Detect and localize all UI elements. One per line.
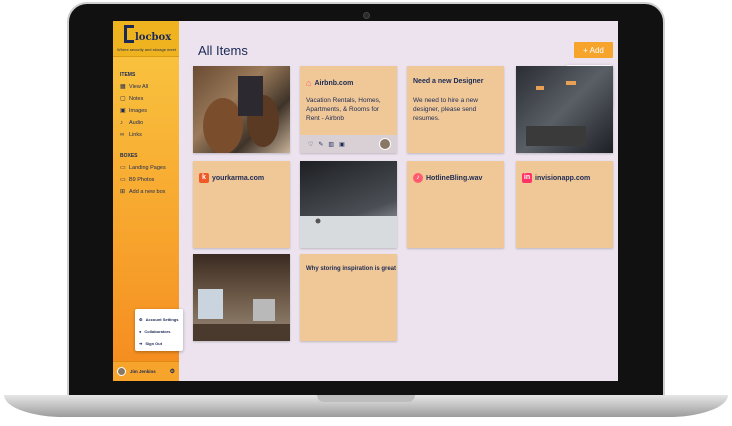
image-card-mac[interactable]: [300, 161, 397, 248]
cafe-photo: [193, 289, 290, 341]
card-title: ⌂ Airbnb.com: [306, 78, 353, 88]
card-body: We need to hire a new designer, please s…: [413, 97, 478, 122]
menu-label: Account Settings: [145, 316, 179, 322]
laptop-notch: [317, 395, 415, 402]
card-title: ♪ HotlineBling.wav: [413, 173, 482, 183]
add-button[interactable]: + Add: [574, 42, 613, 58]
card-actions: ♡ ✎ ▥ ▣: [300, 135, 397, 153]
card-title: in invisionapp.com: [522, 173, 590, 183]
link-card-yourkarma[interactable]: k yourkarma.com: [193, 161, 290, 248]
gear-icon: ⚙: [139, 316, 143, 322]
sidebar-item-links[interactable]: ∞ Links: [120, 131, 142, 139]
page-title: All Items: [198, 43, 248, 58]
note-card-inspiration[interactable]: Why storing inspiration is great: [300, 254, 397, 341]
sidebar-item-images[interactable]: ▣ Images: [120, 107, 148, 115]
avatar: [379, 138, 391, 150]
invision-icon: in: [522, 173, 532, 183]
logo-mark: [124, 25, 134, 43]
card-body: Vacation Rentals, Homes, Apartments, & R…: [306, 97, 381, 122]
sidebar-item-label: B9 Photos: [129, 177, 155, 183]
image-icon[interactable]: ▣: [339, 141, 345, 148]
airbnb-icon: ⌂: [306, 78, 312, 88]
card-title-text: Airbnb.com: [314, 79, 354, 87]
sidebar-item-label: Audio: [129, 120, 144, 126]
sidebar-item-view-all[interactable]: ▦ View All: [120, 83, 149, 91]
user-bar[interactable]: Jim Jenkins ⚙: [113, 361, 179, 381]
sidebar-box-b9-photos[interactable]: ▭ B9 Photos: [120, 176, 155, 184]
sign-out-icon: ➜: [139, 340, 143, 346]
link-icon: ∞: [120, 131, 125, 138]
office-photo: [526, 81, 586, 146]
card-title: k yourkarma.com: [199, 173, 264, 183]
card-title: Why storing inspiration is great: [306, 266, 397, 272]
logo[interactable]: locbox Where security and storage meet: [113, 21, 179, 57]
card-title: Need a new Designer: [413, 78, 484, 85]
users-icon: ●: [139, 328, 142, 334]
image-card-cafe[interactable]: [193, 254, 290, 341]
edit-icon[interactable]: ✎: [318, 141, 323, 148]
sidebar-add-box[interactable]: ⊞ Add a new box: [120, 188, 166, 196]
sidebar-item-label: View All: [129, 84, 149, 90]
bar-photo: [203, 76, 279, 153]
avatar: [117, 367, 126, 376]
box-icon: ▭: [120, 176, 126, 183]
card-title-text: invisionapp.com: [535, 174, 591, 182]
heart-icon[interactable]: ♡: [308, 141, 313, 148]
trash-icon[interactable]: ▥: [328, 141, 334, 148]
gear-icon[interactable]: ⚙: [170, 368, 175, 375]
sign-out-item[interactable]: ➜ Sign Out: [139, 337, 179, 349]
mic-icon: ♪: [120, 119, 123, 126]
box-icon: ▭: [120, 164, 126, 171]
image-card-office[interactable]: [516, 66, 613, 153]
mac-photo: [300, 216, 397, 248]
items-heading: ITEMS: [120, 72, 136, 78]
plus-icon: ⊞: [120, 188, 126, 195]
app-screen: locbox Where security and storage meet I…: [113, 21, 618, 381]
sidebar-item-notes[interactable]: ▢ Notes: [120, 95, 144, 103]
sidebar-item-label: Landing Pages: [129, 165, 166, 171]
collaborators-item[interactable]: ● Collaborators: [139, 325, 179, 337]
menu-label: Collaborators: [144, 328, 171, 334]
menu-label: Sign Out: [145, 340, 163, 346]
link-card-airbnb[interactable]: ⌂ Airbnb.com Vacation Rentals, Homes, Apa…: [300, 66, 397, 153]
sidebar-item-audio[interactable]: ♪ Audio: [120, 119, 144, 127]
sidebar-item-label: Links: [129, 132, 142, 138]
logo-tagline: Where security and storage meet: [117, 47, 176, 52]
image-icon: ▣: [120, 107, 126, 114]
note-icon: ▢: [120, 95, 126, 102]
user-name: Jim Jenkins: [130, 369, 156, 374]
account-menu: ⚙ Account Settings ● Collaborators ➜ Sign O…: [135, 309, 183, 351]
link-card-invision[interactable]: in invisionapp.com: [516, 161, 613, 248]
sidebar-item-label: Images: [129, 108, 148, 114]
sidebar-item-label: Add a new box: [129, 189, 166, 195]
note-card-designer[interactable]: Need a new Designer We need to hire a ne…: [407, 66, 504, 153]
grid-icon: ▦: [120, 83, 126, 90]
card-title-text: yourkarma.com: [212, 174, 265, 182]
logo-text: locbox: [135, 32, 172, 43]
account-settings-item[interactable]: ⚙ Account Settings: [139, 313, 179, 325]
card-title-text: HotlineBling.wav: [426, 174, 483, 182]
sidebar-item-label: Notes: [129, 96, 144, 102]
webcam: [363, 12, 370, 19]
sidebar-box-landing-pages[interactable]: ▭ Landing Pages: [120, 164, 166, 172]
audio-card-hotline[interactable]: ♪ HotlineBling.wav: [407, 161, 504, 248]
image-card-bar[interactable]: [193, 66, 290, 153]
laptop-frame: locbox Where security and storage meet I…: [0, 0, 732, 426]
audio-icon: ♪: [413, 173, 423, 183]
boxes-heading: BOXES: [120, 153, 138, 159]
karma-icon: k: [199, 173, 209, 183]
